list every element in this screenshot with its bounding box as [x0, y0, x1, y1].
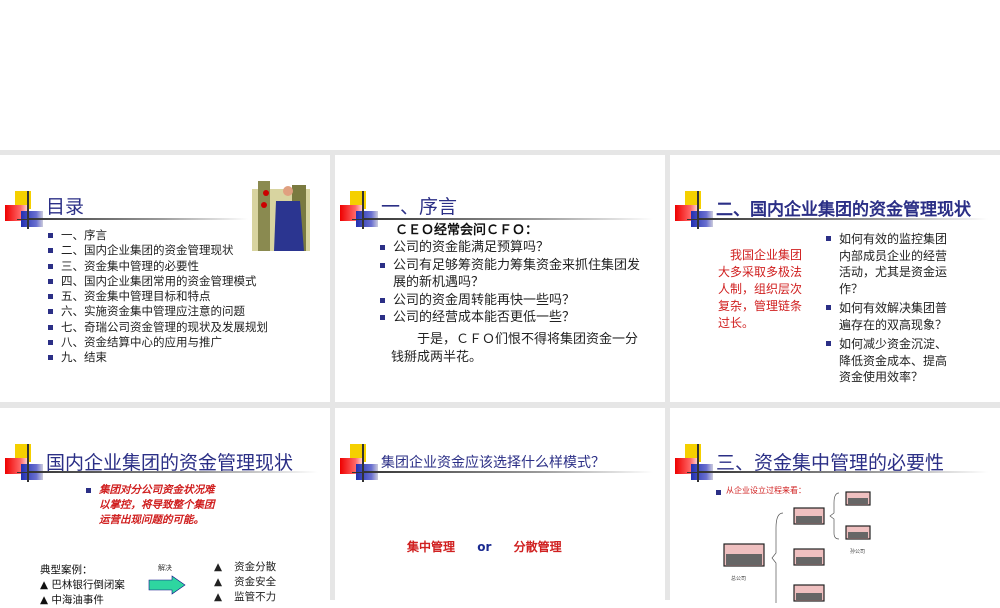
- result-item: ▲ 资金分散: [214, 561, 277, 573]
- slide-thumbnail-status-cases[interactable]: 国内企业集团的资金管理现状 集团对分公司资金状况难以掌控，将导致整个集团运营出现…: [0, 408, 330, 608]
- toc-item: 一、序言: [48, 228, 268, 243]
- case-item: ▲ 中海油事件: [40, 594, 104, 606]
- grandchild-company-label: 孙公司: [850, 549, 866, 555]
- question-item: 如何有效的监控集团内部成员企业的经营活动，尤其是资金运作？: [826, 231, 956, 297]
- or-text: or: [477, 540, 492, 554]
- case-item: ▲ 巴林银行倒闭案: [40, 579, 125, 591]
- slide-thumbnail-necessity[interactable]: 三、资金集中管理的必要性 从企业设立过程来看： 总公司 孙公司: [670, 408, 1000, 608]
- question-list: 如何有效的监控集团内部成员企业的经营活动，尤其是资金运作？ 如何有效解决集团普遍…: [826, 231, 956, 386]
- right-arrow-icon: [148, 575, 186, 595]
- toc-item: 七、奇瑞公司资金管理的现状及发展规划: [48, 320, 268, 335]
- slide-thumbnail-mode[interactable]: 集团企业资金应该选择什么样模式？ 集中管理 or 分散管理: [335, 408, 665, 608]
- options-row: 集中管理 or 分散管理: [407, 538, 562, 555]
- slide-logo-icon: [5, 444, 47, 482]
- point-list: 集团对分公司资金状况难以掌控，将导致整个集团运营出现问题的可能。: [86, 483, 218, 528]
- toc-item: 三、资金集中管理的必要性: [48, 259, 268, 274]
- slide-title: 目录: [46, 196, 85, 218]
- title-rule: [698, 218, 988, 220]
- slide-logo-icon: [340, 444, 382, 482]
- title-rule: [363, 471, 653, 473]
- slide-thumbnail-toc[interactable]: 目录 一、序言 二、国内企业集团的资金管理现状 三、资金集中管理的必要性 四、国…: [0, 155, 330, 402]
- closing-text: 于是，ＣＦＯ们恨不得将集团资金一分钱掰成两半花。: [391, 332, 639, 365]
- result-item: ▲ 资金安全: [214, 576, 277, 588]
- question-item: 公司的资金能满足预算吗？: [380, 239, 645, 257]
- slide-logo-icon: [340, 191, 382, 229]
- toc-item: 六、实施资金集中管理应注意的问题: [48, 304, 268, 319]
- toc-item: 八、资金结算中心的应用与推广: [48, 335, 268, 350]
- option-centralized: 集中管理: [407, 540, 456, 554]
- slide-thumbnail-preface[interactable]: 一、序言 ＣＥＯ经常会问ＣＦＯ： 公司的资金能满足预算吗？ 公司有足够筹资能力筹…: [335, 155, 665, 402]
- toc-item: 四、国内企业集团常用的资金管理模式: [48, 274, 268, 289]
- option-decentralized: 分散管理: [513, 540, 562, 554]
- arrow-label: 解决: [158, 564, 172, 572]
- question-item: 公司有足够筹资能力筹集资金来抓住集团发展的新机遇吗？: [380, 257, 645, 292]
- toc-list: 一、序言 二、国内企业集团的资金管理现状 三、资金集中管理的必要性 四、国内企业…: [48, 228, 268, 366]
- question-item: 如何减少资金沉淀、降低资金成本、提高资金使用效率？: [826, 336, 956, 386]
- toc-item: 五、资金集中管理目标和特点: [48, 289, 268, 304]
- results-list: ▲ 资金分散 ▲ 资金安全 ▲ 监管不力: [214, 560, 276, 605]
- toc-item: 二、国内企业集团的资金管理现状: [48, 243, 268, 258]
- parent-company-label: 总公司: [731, 576, 747, 582]
- question-item: 公司的经营成本能否更低一些？: [380, 309, 645, 327]
- slide-lead: ＣＥＯ经常会问ＣＦＯ：: [395, 223, 539, 238]
- question-item: 公司的资金周转能再快一些吗？: [380, 292, 645, 310]
- slide-logo-icon: [675, 191, 717, 229]
- title-rule: [28, 471, 318, 473]
- slide-title: 集团企业资金应该选择什么样模式？: [381, 455, 605, 471]
- slide-title: 一、序言: [381, 196, 458, 218]
- slide-thumbnail-status[interactable]: 二、国内企业集团的资金管理现状 我国企业集团大多采取多极法人制，组织层次复杂，管…: [670, 155, 1000, 402]
- toc-item: 九、结束: [48, 350, 268, 365]
- result-item: ▲ 监管不力: [214, 591, 277, 603]
- cases-label: 典型案例：: [40, 564, 93, 576]
- question-item: 如何有效解决集团普遍存在的双高现象？: [826, 300, 956, 333]
- org-structure-diagram: [723, 491, 871, 603]
- title-rule: [28, 218, 248, 220]
- question-list: 公司的资金能满足预算吗？ 公司有足够筹资能力筹集资金来抓住集团发展的新机遇吗？ …: [380, 239, 645, 327]
- slide-title: 二、国内企业集团的资金管理现状: [716, 200, 971, 220]
- note-text: 我国企业集团大多采取多极法人制，组织层次复杂，管理链条过长。: [718, 248, 803, 330]
- point-item: 集团对分公司资金状况难以掌控，将导致整个集团运营出现问题的可能。: [86, 483, 218, 528]
- slide-logo-icon: [5, 191, 47, 229]
- cases-block: 典型案例： ▲ 巴林银行倒闭案 ▲ 中海油事件: [40, 563, 125, 608]
